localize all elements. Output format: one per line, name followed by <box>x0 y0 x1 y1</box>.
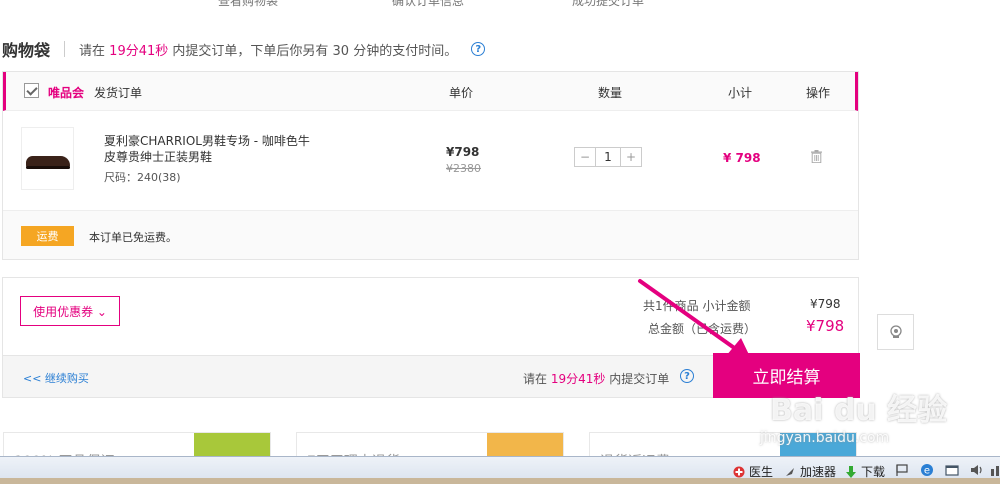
original-price: ¥2380 <box>446 162 481 175</box>
select-all-checkbox[interactable] <box>24 83 39 98</box>
step-submit-order: 成功提交订单 <box>572 0 645 8</box>
flag-icon[interactable] <box>895 463 909 477</box>
download-arrow-icon <box>846 465 856 478</box>
column-quantity: 数量 <box>598 86 623 100</box>
checkout-bar: << 继续购买 请在 19分41秒 内提交订单 ? 立即结算 <box>3 353 860 398</box>
help-icon[interactable]: ? <box>471 42 486 56</box>
speaker-icon[interactable] <box>970 463 984 477</box>
column-subtotal: 小计 <box>728 86 753 100</box>
items-subtotal-label: 共1件商品 小计金额 <box>643 299 751 313</box>
column-price: 单价 <box>449 86 474 100</box>
shipping-text: 本订单已免运费。 <box>89 231 177 244</box>
notice-prefix: 请在 <box>79 43 106 59</box>
baidu-watermark-url: jingyan.baidu.com <box>760 430 890 446</box>
bar-notice-prefix: 请在 <box>523 372 548 386</box>
rocket-icon <box>786 467 794 476</box>
headset-icon <box>889 325 902 338</box>
step-confirm-order: 确认订单信息 <box>392 0 465 8</box>
window-icon[interactable] <box>945 463 959 477</box>
brand-label: 唯品会 <box>48 86 85 100</box>
order-type-label: 发货订单 <box>94 86 143 100</box>
timer-notice: 请在 19分41秒 内提交订单，下单后你另有 30 分钟的支付时间。 <box>79 40 457 59</box>
progress-steps: 查看购物袋 确认订单信息 成功提交订单 <box>0 0 1000 8</box>
unit-price: ¥798 <box>446 145 480 159</box>
product-name[interactable]: 夏利豪CHARRIOL男鞋专场 - 咖啡色牛皮尊贵绅士正装男鞋 <box>104 133 319 165</box>
total-label: 总金额（已含运费） <box>648 322 757 336</box>
page-title: 购物袋 <box>2 41 51 60</box>
order-panel: 唯品会 发货订单 单价 数量 小计 操作 夏利豪CHARRIOL男鞋专场 - 咖… <box>2 71 859 260</box>
ie-browser-icon[interactable]: e <box>920 463 934 477</box>
customer-service-button[interactable] <box>877 314 914 350</box>
decrease-button[interactable]: − <box>575 148 595 166</box>
baidu-watermark: Bai du 经验 <box>770 393 948 428</box>
coupon-button[interactable]: 使用优惠券 ⌄ <box>20 296 120 326</box>
summary-panel: 使用优惠券 ⌄ 共1件商品 小计金额 ¥798 总金额（已含运费） ¥798 <… <box>2 277 860 398</box>
total-value: ¥798 <box>806 317 845 335</box>
help-icon[interactable]: ? <box>680 369 694 383</box>
quantity-input[interactable]: 1 <box>595 148 621 166</box>
increase-button[interactable]: + <box>621 148 641 166</box>
medical-cross-icon <box>733 466 745 477</box>
product-size: 尺码：240(38) <box>104 171 181 184</box>
notice-suffix: 内提交订单，下单后你另有 30 分钟的支付时间。 <box>172 43 458 59</box>
bottom-strip <box>0 478 1000 484</box>
shipping-row: 运费 本订单已免运费。 <box>3 210 858 259</box>
column-action: 操作 <box>806 86 831 100</box>
svg-text:e: e <box>924 466 930 477</box>
product-image[interactable] <box>21 127 74 190</box>
bar-countdown-time: 19分41秒 <box>550 372 606 386</box>
bar-notice-suffix: 内提交订单 <box>609 372 670 386</box>
order-header: 唯品会 发货订单 单价 数量 小计 操作 <box>3 72 858 111</box>
quantity-stepper: − 1 + <box>574 147 642 167</box>
shipping-badge: 运费 <box>21 226 74 246</box>
cart-item: 夏利豪CHARRIOL男鞋专场 - 咖啡色牛皮尊贵绅士正装男鞋 尺码：240(3… <box>3 120 858 210</box>
item-subtotal: ¥ 798 <box>723 151 761 165</box>
network-icon[interactable] <box>990 463 1000 477</box>
divider <box>64 41 66 57</box>
step-view-cart: 查看购物袋 <box>218 0 279 8</box>
countdown-time: 19分41秒 <box>109 43 169 59</box>
page-header: 购物袋 请在 19分41秒 内提交订单，下单后你另有 30 分钟的支付时间。 ? <box>2 38 486 60</box>
checkout-timer-notice: 请在 19分41秒 内提交订单 <box>523 370 669 387</box>
shoe-sole <box>26 166 70 169</box>
continue-shopping-link[interactable]: << 继续购买 <box>23 370 89 386</box>
trash-icon[interactable] <box>811 150 822 163</box>
items-subtotal-value: ¥798 <box>810 297 841 311</box>
